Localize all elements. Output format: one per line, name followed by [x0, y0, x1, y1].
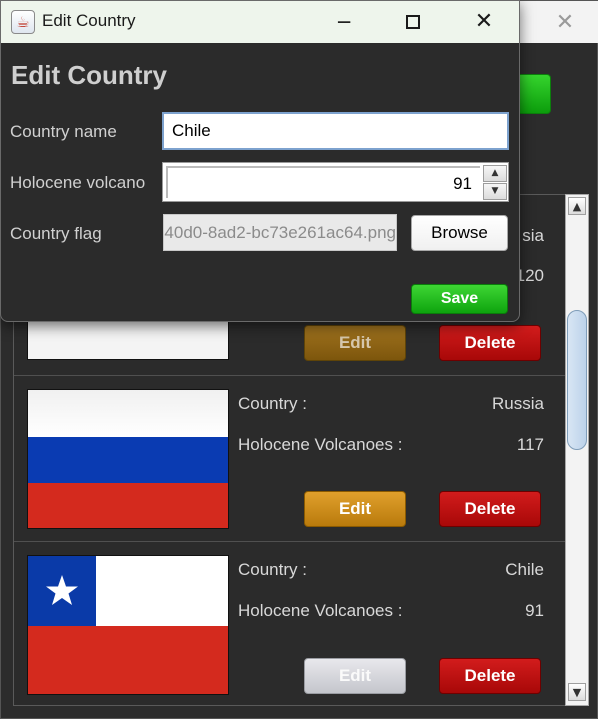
volcano-count: 117	[516, 435, 544, 454]
save-button[interactable]: Save	[411, 284, 508, 314]
add-country-button[interactable]	[515, 74, 551, 114]
maximize-icon[interactable]	[398, 9, 428, 35]
country-label: Country :	[238, 560, 307, 579]
spinner-up-icon[interactable]: ▲	[483, 165, 507, 182]
edit-button[interactable]: Edit	[304, 325, 406, 361]
country-value: sia	[522, 226, 544, 245]
volcano-input[interactable]: 91	[166, 166, 480, 198]
browse-button[interactable]: Browse	[411, 215, 508, 251]
edit-button[interactable]: Edit	[304, 658, 406, 694]
edit-country-dialog: ☕ Edit Country ─ ✕ Edit Country Country …	[0, 0, 520, 322]
close-icon[interactable]: ✕	[469, 9, 499, 35]
scroll-down-icon[interactable]: ▼	[568, 683, 586, 701]
dialog-titlebar: ☕ Edit Country ─ ✕	[1, 1, 519, 43]
spinner-down-icon[interactable]: ▼	[483, 183, 507, 200]
country-name-label: Country name	[10, 122, 117, 141]
volcano-stepper[interactable]: 91 ▲ ▼	[162, 162, 509, 202]
country-name-input[interactable]: Chile	[162, 112, 509, 150]
country-label: Country :	[238, 394, 307, 413]
delete-button[interactable]: Delete	[439, 491, 541, 527]
country-flag-label: Country flag	[10, 224, 102, 243]
close-icon[interactable]: ✕	[551, 9, 579, 37]
edit-button[interactable]: Edit	[304, 491, 406, 527]
list-item: Country : Russia Holocene Volcanoes : 11…	[14, 375, 566, 539]
country-value: Russia	[492, 394, 544, 413]
chile-flag-image	[27, 555, 229, 695]
volcano-label: Holocene volcano	[10, 173, 146, 192]
country-value: Chile	[505, 560, 544, 579]
list-item: Country : Chile Holocene Volcanoes : 91 …	[14, 541, 566, 705]
minimize-icon[interactable]: ─	[329, 9, 359, 35]
volcano-label: Holocene Volcanoes :	[238, 601, 403, 620]
scrollbar-thumb[interactable]	[567, 310, 587, 450]
window-title: Edit Country	[42, 11, 136, 30]
delete-button[interactable]: Delete	[439, 658, 541, 694]
flag-file-field: c2f0e1a0-b7e4-40d0-8ad2-bc73e261ac64.png	[163, 214, 397, 251]
scroll-up-icon[interactable]: ▲	[568, 197, 586, 215]
page-title: Edit Country	[11, 60, 167, 90]
russia-flag-image	[27, 389, 229, 529]
delete-button[interactable]: Delete	[439, 325, 541, 361]
java-cup-icon: ☕	[11, 10, 35, 34]
volcano-label: Holocene Volcanoes :	[238, 435, 403, 454]
volcano-count: 91	[525, 601, 544, 620]
star-icon	[46, 575, 78, 605]
vertical-scrollbar[interactable]: ▲ ▼	[565, 194, 589, 706]
